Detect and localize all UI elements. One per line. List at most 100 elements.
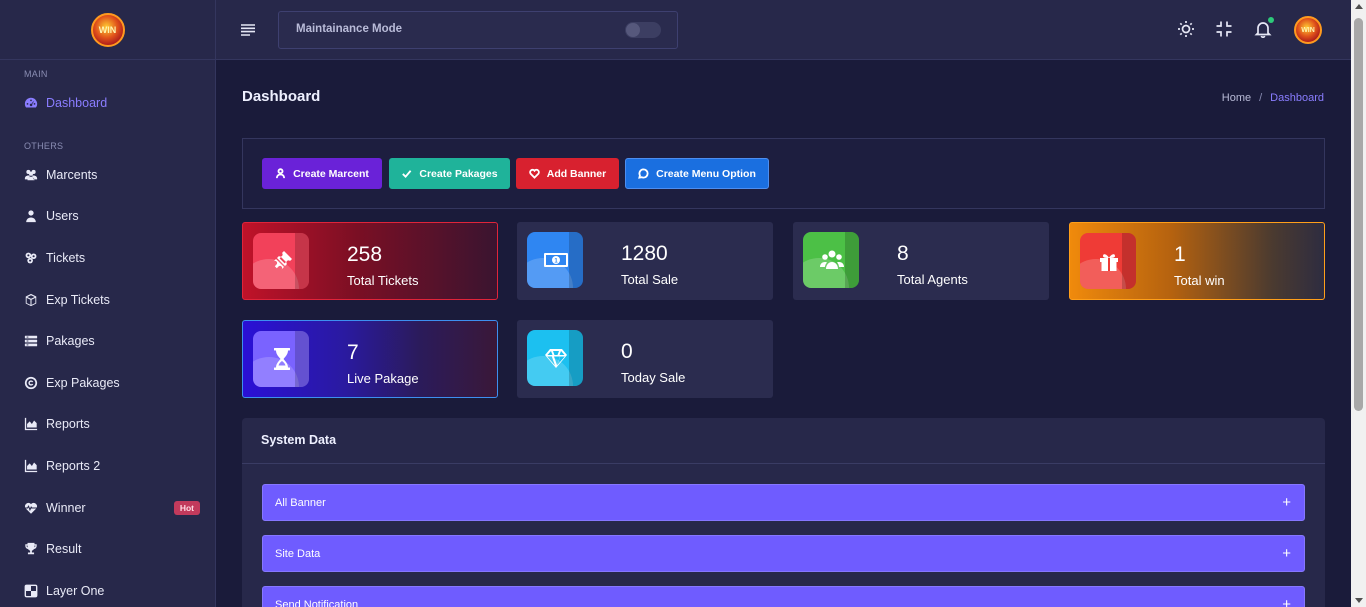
sidebar-item-layer-one[interactable]: Layer One (24, 584, 104, 598)
scroll-up-arrow-icon[interactable] (1355, 4, 1363, 9)
add-banner-button[interactable]: Add Banner (516, 158, 619, 189)
stat-icon-tile (253, 233, 309, 289)
sidebar-item-marcents[interactable]: Marcents (24, 168, 97, 182)
stat-label: Today Sale (621, 370, 686, 385)
breadcrumb-separator: / (1259, 92, 1263, 104)
sidebar-item-label: Tickets (46, 251, 86, 265)
sidebar-item-label: Layer One (46, 584, 105, 598)
plus-icon[interactable]: + (1282, 546, 1291, 561)
system-data-card: System Data All Banner + Site Data + Sen… (242, 418, 1325, 607)
sidebar-item-dashboard[interactable]: Dashboard (24, 96, 107, 110)
money-icon: 1 (544, 253, 568, 267)
gift-icon (1100, 254, 1118, 271)
stat-label: Total Sale (621, 272, 679, 287)
create-marcent-button[interactable]: Create Marcent (262, 158, 382, 189)
sidebar-item-label: Exp Tickets (46, 293, 110, 307)
stat-label: Total Agents (897, 272, 968, 287)
sidebar-item-label: Marcents (46, 168, 98, 182)
nav-section-main: MAIN (24, 69, 48, 79)
stat-icon-tile (803, 232, 859, 288)
app-root: WIN MAIN Dashboard OTHERS Marcents Users… (0, 0, 1366, 607)
button-label: Create Menu Option (656, 167, 756, 180)
stat-value: 0 (621, 340, 633, 363)
button-label: Create Marcent (293, 167, 369, 180)
check-icon (402, 170, 412, 179)
notification-dot (1268, 17, 1274, 23)
sidebar-item-result[interactable]: Result (24, 542, 81, 556)
menu-toggle-icon[interactable] (240, 22, 256, 38)
app-logo[interactable]: WIN (90, 12, 125, 47)
stat-card-today-sale[interactable]: 0 Today Sale (517, 320, 773, 398)
sidebar-item-label: Dashboard (46, 96, 108, 110)
accordion-send-notification[interactable]: Send Notification + (262, 586, 1305, 607)
plus-icon[interactable]: + (1282, 597, 1291, 607)
sidebar-item-exp-pakages[interactable]: Exp Pakages (24, 376, 120, 390)
dashboard-icon (24, 97, 38, 108)
sidebar-item-label: Result (46, 542, 82, 556)
heartbeat-icon (24, 502, 38, 514)
page-title: Dashboard (242, 88, 321, 105)
user-avatar[interactable]: WIN (1294, 16, 1322, 44)
logo-area: WIN (0, 0, 215, 60)
chat-icon (638, 168, 649, 179)
stat-card-total-agents[interactable]: 8 Total Agents (793, 222, 1049, 300)
stat-icon-tile: 1 (527, 232, 583, 288)
stat-icon-tile (253, 331, 309, 387)
stat-value: 1280 (621, 242, 668, 265)
sidebar-item-reports-2[interactable]: Reports 2 (24, 459, 100, 473)
accordion-all-banner[interactable]: All Banner + (262, 484, 1305, 521)
accordion-label: All Banner (275, 496, 326, 509)
ticket-icon (273, 251, 292, 270)
hourglass-icon (274, 348, 290, 370)
user-icon (26, 210, 36, 223)
maintenance-mode-label: Maintainance Mode (296, 23, 403, 35)
breadcrumb-home[interactable]: Home (1222, 92, 1251, 104)
stat-value: 258 (347, 243, 383, 266)
maintenance-mode-toggle[interactable] (625, 22, 661, 38)
scroll-thumb[interactable] (1354, 18, 1363, 411)
stat-label: Live Pakage (347, 371, 419, 386)
scroll-down-arrow-icon[interactable] (1355, 598, 1363, 603)
area-chart-icon (24, 459, 38, 473)
sidebar-item-pakages[interactable]: Pakages (24, 334, 95, 348)
sidebar-item-tickets[interactable]: Tickets (24, 251, 85, 265)
sidebar-item-exp-tickets[interactable]: Exp Tickets (24, 293, 110, 307)
stat-card-total-win[interactable]: 1 Total win (1069, 222, 1325, 300)
area-chart-icon (24, 417, 38, 431)
layers-icon (24, 584, 38, 598)
sidebar-item-label: Winner (46, 501, 86, 515)
sidebar-item-label: Pakages (46, 334, 95, 348)
page-scrollbar[interactable] (1351, 0, 1366, 607)
sidebar-item-users[interactable]: Users (24, 209, 79, 223)
sidebar: WIN MAIN Dashboard OTHERS Marcents Users… (0, 0, 216, 607)
trophy-icon (25, 542, 37, 555)
stat-card-live-pakage[interactable]: 7 Live Pakage (242, 320, 498, 398)
users-group-icon (24, 169, 38, 181)
box-icon (25, 293, 37, 307)
accordion-site-data[interactable]: Site Data + (262, 535, 1305, 572)
create-pakages-button[interactable]: Create Pakages (389, 158, 510, 189)
plus-icon[interactable]: + (1282, 495, 1291, 510)
tickets-icon (25, 252, 37, 264)
stat-value: 1 (1174, 243, 1186, 266)
button-label: Add Banner (546, 167, 607, 180)
sidebar-item-label: Exp Pakages (46, 376, 120, 390)
create-menu-option-button[interactable]: Create Menu Option (625, 158, 769, 189)
sidebar-item-label: Reports 2 (46, 459, 101, 473)
sidebar-item-winner[interactable]: Winner Hot (24, 501, 200, 515)
stat-label: Total win (1174, 273, 1225, 288)
fullscreen-exit-icon[interactable] (1215, 20, 1233, 38)
nav-section-others: OTHERS (24, 141, 64, 151)
stat-icon-tile (527, 330, 583, 386)
stat-label: Total Tickets (347, 273, 419, 288)
list-icon (24, 335, 38, 347)
stat-card-total-sale[interactable]: 1 1280 Total Sale (517, 222, 773, 300)
system-data-title: System Data (242, 418, 1325, 464)
notification-bell-icon[interactable] (1254, 17, 1274, 39)
sidebar-item-label: Reports (46, 417, 90, 431)
toggle-knob (626, 23, 640, 37)
theme-toggle-icon[interactable] (1177, 20, 1195, 38)
stat-card-total-tickets[interactable]: 258 Total Tickets (242, 222, 498, 300)
button-label: Create Pakages (419, 167, 498, 180)
sidebar-item-reports[interactable]: Reports (24, 417, 90, 431)
